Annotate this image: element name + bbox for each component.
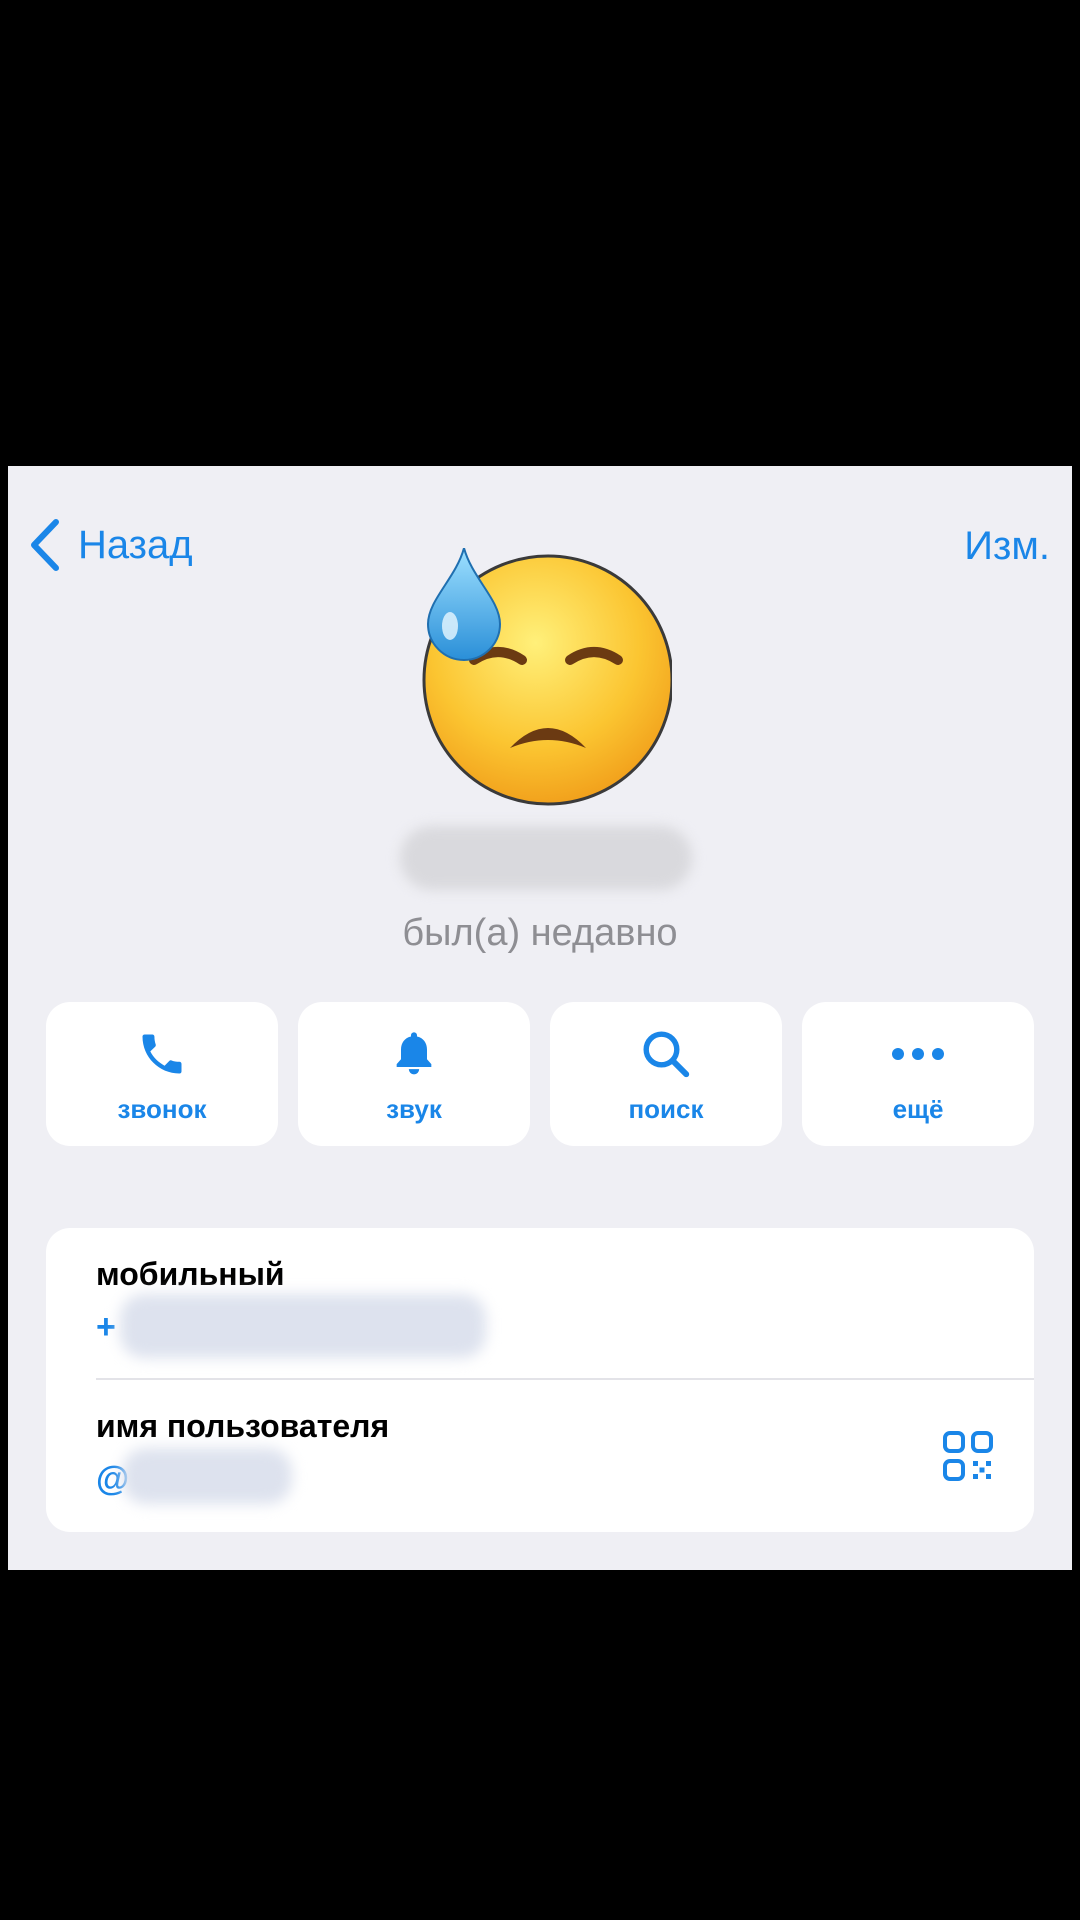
contact-name-redacted: [400, 826, 692, 890]
avatar-emoji-icon[interactable]: [414, 548, 672, 806]
search-label: поиск: [628, 1094, 704, 1124]
phone-icon: [142, 1034, 182, 1074]
action-bar: звонок звук поиск ещё: [46, 1002, 1034, 1146]
mobile-row[interactable]: мобильный +: [46, 1228, 1034, 1378]
more-button[interactable]: ещё: [802, 1002, 1034, 1146]
more-label: ещё: [892, 1094, 944, 1124]
back-label: Назад: [78, 522, 193, 567]
more-dots-icon: [892, 1048, 944, 1060]
sound-button[interactable]: звук: [298, 1002, 530, 1146]
call-button[interactable]: звонок: [46, 1002, 278, 1146]
edit-button[interactable]: Изм.: [964, 524, 1050, 569]
username-row[interactable]: имя пользователя @: [46, 1380, 1034, 1532]
profile-screen: Назад Изм. был(а) недавно звонок звук по…: [8, 466, 1072, 1570]
bell-icon: [396, 1032, 432, 1075]
username-redacted: [122, 1448, 292, 1504]
contact-info-card: мобильный + имя пользователя @: [46, 1228, 1034, 1532]
search-button[interactable]: поиск: [550, 1002, 782, 1146]
search-icon: [643, 1031, 690, 1078]
qr-code-icon[interactable]: [942, 1430, 994, 1482]
chevron-left-icon: [31, 519, 59, 571]
call-label: звонок: [117, 1094, 207, 1124]
back-button[interactable]: Назад: [28, 518, 193, 572]
sound-label: звук: [386, 1094, 442, 1124]
phone-number-redacted: [120, 1294, 486, 1358]
last-seen-status: был(а) недавно: [402, 912, 678, 954]
mobile-label: мобильный: [96, 1256, 285, 1292]
mobile-prefix: +: [96, 1308, 116, 1346]
username-label: имя пользователя: [96, 1408, 390, 1444]
